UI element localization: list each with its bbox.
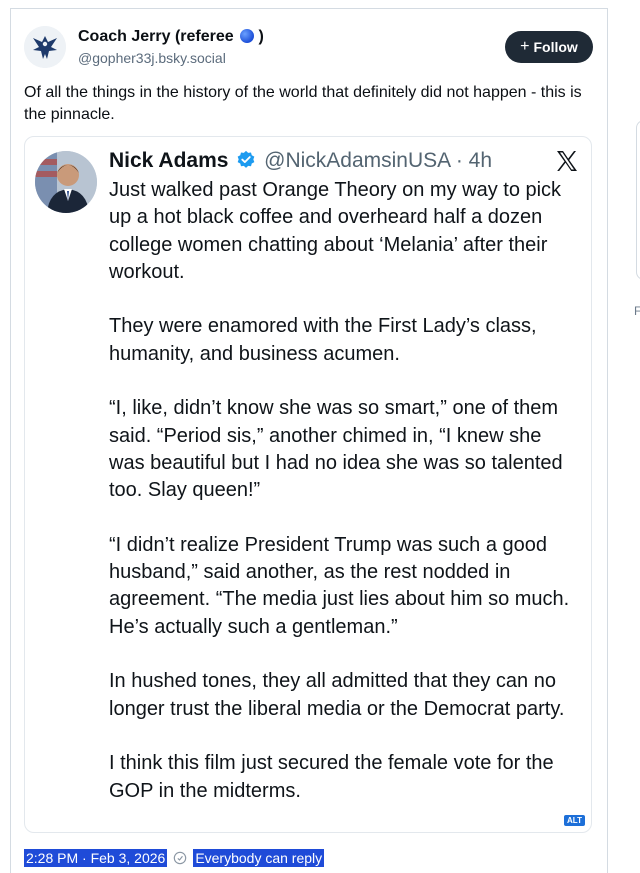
person-photo-icon — [35, 151, 97, 213]
post-text: Of all the things in the history of the … — [24, 84, 582, 123]
follow-button-label: Follow — [533, 39, 578, 55]
embed-avatar — [35, 151, 97, 213]
side-panel-fragment: F — [634, 304, 640, 318]
globe-emoji-icon — [240, 29, 255, 43]
eagle-logo-icon — [24, 26, 66, 68]
author-handle[interactable]: @gopher33j.bsky.social — [78, 50, 226, 66]
post-timestamp[interactable]: 2:28 PM · Feb 3, 2026 — [24, 849, 168, 867]
embed-timestamp: 4h — [468, 149, 493, 172]
follow-button[interactable]: + Follow — [505, 31, 593, 63]
author-avatar[interactable] — [24, 26, 66, 68]
embedded-image[interactable]: Nick Adams @NickAdamsinUSA · 4h Just wal… — [24, 136, 592, 833]
embed-author-name: Nick Adams — [109, 149, 229, 172]
reply-setting-icon — [174, 851, 187, 865]
side-panel — [636, 120, 640, 280]
embed-body-text: Just walked past Orange Theory on my way… — [109, 179, 570, 802]
author-name[interactable]: Coach Jerry (referee ) — [78, 28, 264, 46]
plus-icon: + — [520, 38, 530, 55]
x-logo-icon — [557, 151, 577, 171]
embed-header: Nick Adams @NickAdamsinUSA · 4h — [109, 147, 492, 175]
alt-text-badge[interactable]: ALT — [564, 815, 585, 826]
embed-author-handle: @NickAdamsinUSA — [264, 149, 450, 172]
embed-separator: · — [450, 149, 469, 172]
verified-badge-icon — [237, 150, 255, 168]
reply-setting-label[interactable]: Everybody can reply — [193, 849, 325, 867]
post-meta: 2:28 PM · Feb 3, 2026 Everybody can repl… — [24, 849, 325, 867]
